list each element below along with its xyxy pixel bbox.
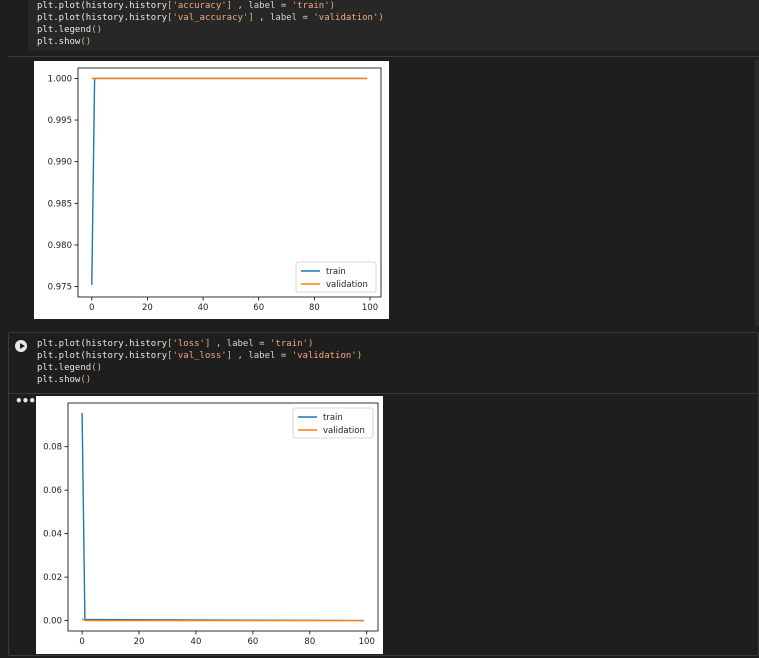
- code-token: plt.plot(history.history: [37, 1, 168, 11]
- code-token: (): [91, 363, 103, 373]
- code-token: 'val_accuracy': [172, 13, 249, 23]
- x-tick-label: 80: [304, 637, 315, 647]
- x-tick-label: 40: [198, 303, 209, 313]
- code-cell-loss: plt.plot(history.history['loss'] , label…: [0, 332, 759, 654]
- y-tick-label: 0.990: [48, 158, 72, 168]
- y-tick-label: 0.04: [43, 530, 62, 540]
- accuracy-plot: 0 20 40 60 80 100 0.975 0.980 0.985 0.990 0.995 1.0…: [34, 61, 389, 319]
- y-tick-label: 0.975: [48, 283, 72, 293]
- code-token: plt.plot(history.history: [37, 339, 168, 349]
- y-tick-label: 1.000: [48, 74, 72, 84]
- code-token: 'train': [291, 1, 330, 11]
- y-tick-label: 0.06: [43, 486, 62, 496]
- code-token: plt.show: [37, 37, 81, 47]
- code-token: (): [80, 375, 92, 385]
- output-divider: [8, 393, 757, 394]
- code-token: (): [80, 37, 92, 47]
- x-tick-label: 60: [253, 303, 264, 313]
- loss-plot: 0 20 40 60 80 100 0.00 0.02 0.04 0.06 0.08 train val…: [36, 396, 383, 654]
- legend-label: validation: [326, 280, 368, 290]
- output-divider: [8, 56, 759, 57]
- code-token: ): [378, 13, 384, 23]
- code-token: 'validation': [313, 13, 379, 23]
- code-token: ): [356, 351, 363, 361]
- code-line: plt.plot(history.history['loss'] , label…: [37, 338, 313, 350]
- code-token: plt.legend: [37, 363, 92, 373]
- code-cell-accuracy: plt.plot(history.history['accuracy'] , l…: [0, 0, 759, 326]
- code-token: plt.plot(history.history: [37, 351, 168, 361]
- code-token: 'loss': [172, 339, 205, 349]
- x-tick-label: 100: [359, 637, 375, 647]
- code-line: plt.legend(): [37, 24, 102, 36]
- y-tick-label: 0.02: [43, 573, 62, 583]
- code-token: ): [307, 339, 314, 349]
- x-tick-label: 20: [142, 303, 153, 313]
- legend-label: train: [323, 413, 343, 423]
- code-token: , label =: [232, 1, 292, 11]
- series-line-train: [91, 77, 368, 285]
- code-token: , label =: [232, 351, 292, 361]
- code-token: (): [91, 25, 103, 35]
- y-tick-label: 0.985: [48, 199, 72, 209]
- run-cell-button[interactable]: [15, 340, 27, 352]
- loss-chart-svg: 0 20 40 60 80 100 0.00 0.02 0.04 0.06 0.08 train val…: [43, 402, 379, 647]
- code-line: plt.plot(history.history['val_accuracy']…: [37, 12, 384, 24]
- code-line: plt.plot(history.history['val_loss'] , l…: [37, 350, 362, 362]
- code-token: ): [329, 1, 336, 11]
- code-token: 'validation': [291, 351, 357, 361]
- ellipsis-icon[interactable]: •••: [15, 394, 36, 408]
- code-editor[interactable]: plt.plot(history.history['accuracy'] , l…: [28, 0, 759, 51]
- x-tick-label: 0: [79, 637, 84, 647]
- legend-label: validation: [323, 426, 365, 436]
- y-tick-label: 0.980: [48, 241, 72, 251]
- y-tick-label: 0.00: [43, 617, 62, 627]
- series-line-train: [81, 412, 364, 622]
- x-tick-label: 80: [309, 303, 320, 313]
- scroll-edge[interactable]: [755, 60, 759, 326]
- code-token: plt.show: [37, 375, 81, 385]
- code-editor[interactable]: plt.plot(history.history['loss'] , label…: [28, 335, 757, 390]
- y-tick-label: 0.08: [43, 443, 62, 453]
- legend-label: train: [326, 267, 346, 277]
- code-line: plt.plot(history.history['accuracy'] , l…: [37, 0, 335, 12]
- code-token: plt.legend: [37, 25, 92, 35]
- code-token: 'accuracy': [172, 1, 227, 11]
- x-tick-label: 40: [191, 637, 202, 647]
- code-token: plt.plot(history.history: [37, 13, 168, 23]
- code-line: plt.show(): [37, 36, 91, 48]
- x-tick-label: 60: [247, 637, 258, 647]
- code-token: 'train': [270, 339, 308, 349]
- code-token: , label =: [253, 13, 314, 23]
- x-tick-label: 20: [134, 637, 145, 647]
- y-tick-label: 0.995: [48, 116, 72, 126]
- x-tick-label: 100: [362, 303, 378, 313]
- code-line: plt.legend(): [37, 362, 102, 374]
- x-tick-label: 0: [89, 303, 94, 313]
- code-line: plt.show(): [37, 374, 91, 386]
- code-token: , label =: [210, 339, 271, 349]
- accuracy-chart-svg: 0 20 40 60 80 100 0.975 0.980 0.985 0.990 0.995 1.0…: [48, 67, 382, 313]
- code-token: 'val_loss': [172, 351, 227, 361]
